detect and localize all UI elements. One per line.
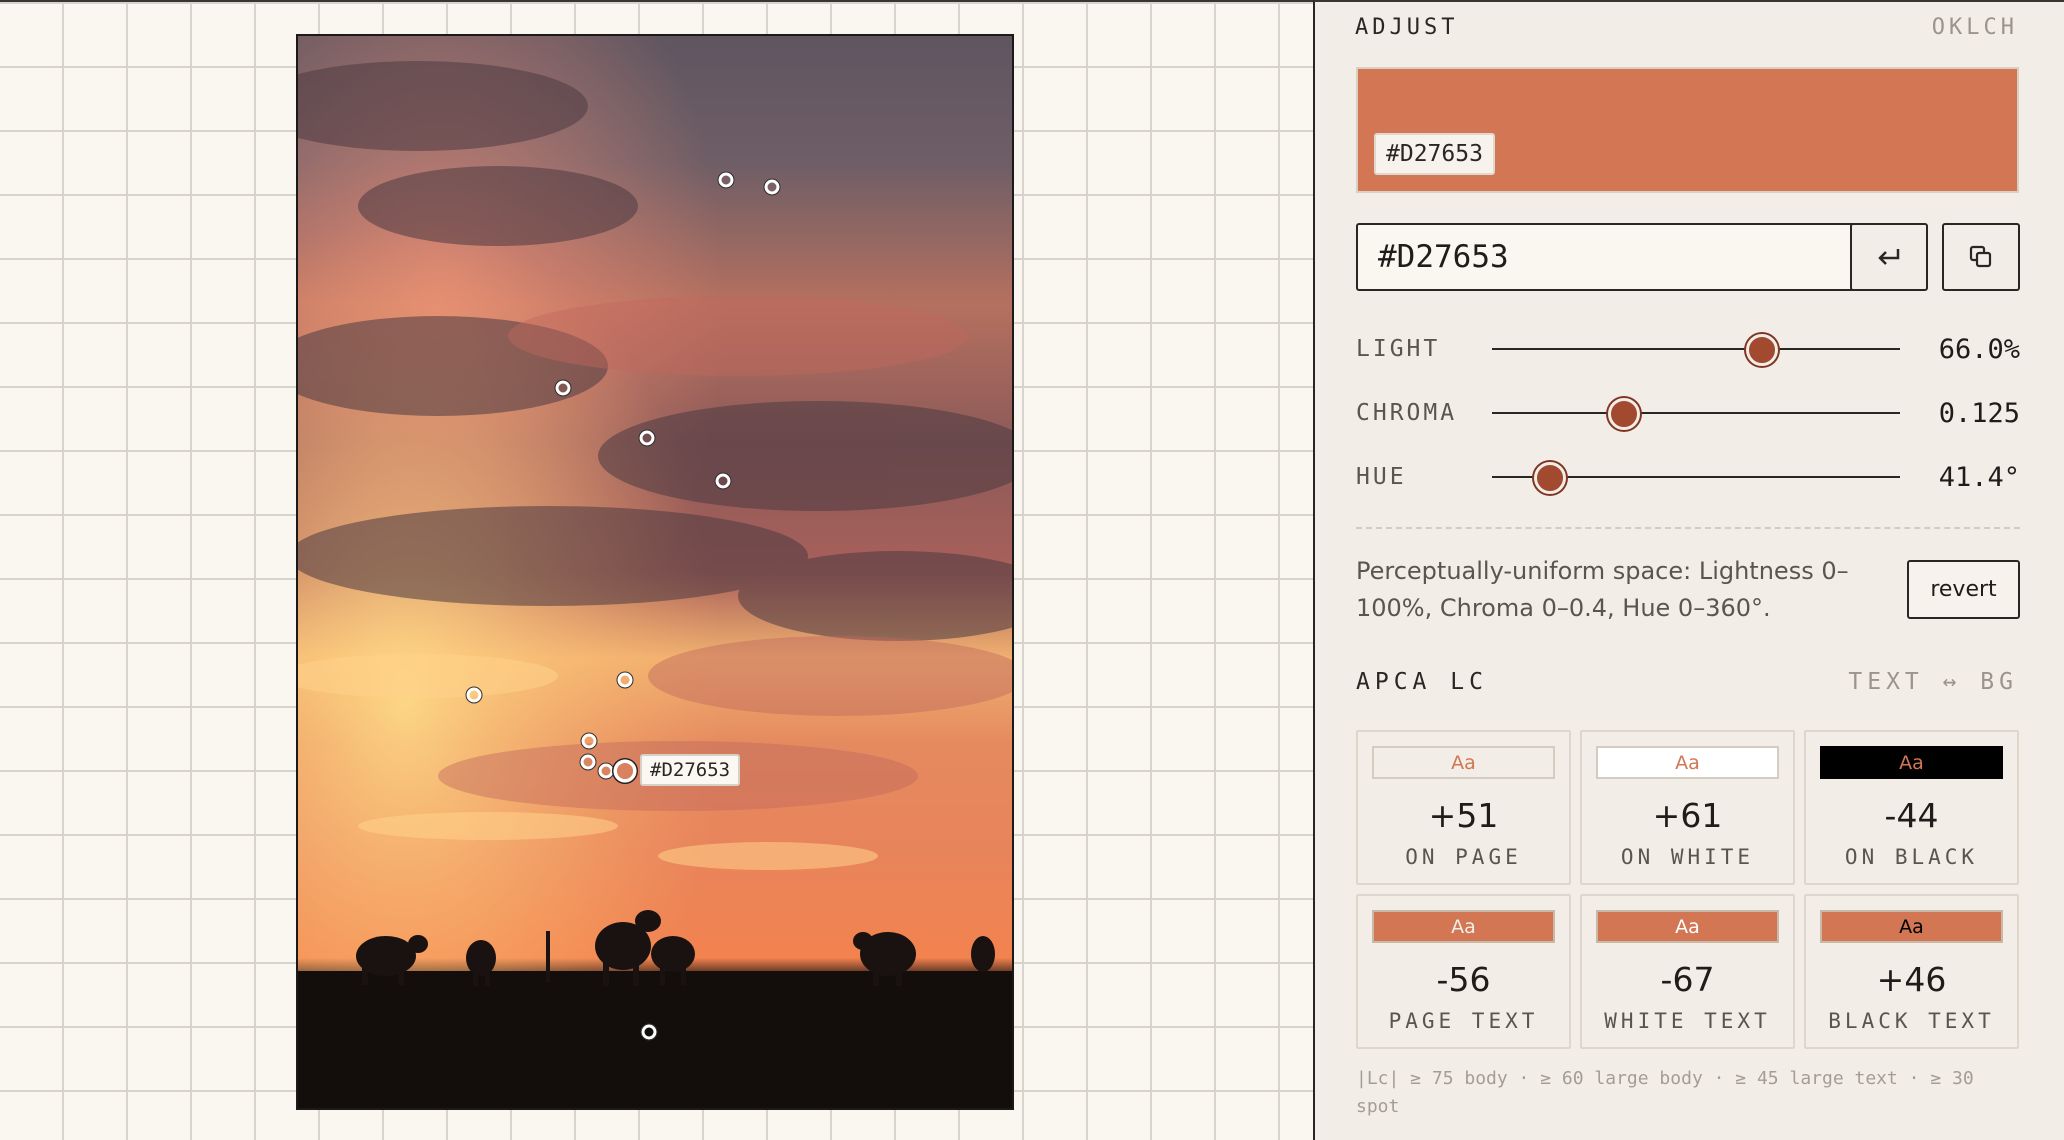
chroma-track[interactable] <box>1492 398 1900 430</box>
sunset-image <box>298 36 1012 1108</box>
adjust-panel: ADJUST OKLCH #D27653 LIGHT 66.0% CHROMA … <box>1313 0 2064 1140</box>
lc-value: +46 <box>1876 960 1947 999</box>
lc-caption: ON WHITE <box>1620 845 1755 869</box>
picker-point-icon[interactable] <box>637 428 657 448</box>
apca-subtitle: TEXT ↔ BG <box>1848 669 2018 695</box>
picker-point-icon[interactable] <box>762 177 782 197</box>
hue-slider-row: HUE 41.4° <box>1356 457 2020 497</box>
apca-cell-on-black: Aa -44 ON BLACK <box>1804 730 2019 885</box>
apca-cell-on-page: Aa +51 ON PAGE <box>1356 730 1571 885</box>
copy-button[interactable] <box>1942 223 2020 291</box>
hue-knob[interactable] <box>1534 462 1567 494</box>
hex-input[interactable] <box>1356 223 1868 291</box>
hue-track[interactable] <box>1492 462 1900 494</box>
slider-label: HUE <box>1356 464 1407 490</box>
lc-value: +51 <box>1428 796 1499 835</box>
picker-point-icon[interactable] <box>615 670 635 690</box>
apca-cell-white-text: Aa -67 WHITE TEXT <box>1580 894 1795 1049</box>
chroma-value: 0.125 <box>1938 397 2020 429</box>
contrast-sample: Aa <box>1820 746 2003 779</box>
lc-caption: ON BLACK <box>1844 845 1979 869</box>
color-space-label: OKLCH <box>1931 14 2018 40</box>
contrast-sample: Aa <box>1372 746 1555 779</box>
canvas-area: #D27653 <box>0 0 1313 1140</box>
lc-caption: ON PAGE <box>1405 845 1522 869</box>
source-photo[interactable] <box>296 34 1014 1110</box>
panel-header: ADJUST OKLCH <box>1355 12 2018 42</box>
chroma-slider-row: CHROMA 0.125 <box>1356 393 2020 433</box>
revert-button[interactable]: revert <box>1907 560 2020 619</box>
lightness-value: 66.0% <box>1938 333 2020 365</box>
lc-caption: PAGE TEXT <box>1388 1009 1539 1033</box>
slider-label: LIGHT <box>1356 336 1441 362</box>
picker-point-icon[interactable] <box>579 731 599 751</box>
lc-value: -44 <box>1884 796 1939 835</box>
contrast-sample: Aa <box>1820 910 2003 943</box>
chroma-knob[interactable] <box>1607 398 1640 430</box>
lightness-track[interactable] <box>1492 334 1900 366</box>
picker-point-icon[interactable] <box>639 1022 659 1042</box>
color-swatch: #D27653 <box>1356 67 2019 193</box>
swatch-hex-label: #D27653 <box>1374 133 1495 175</box>
contrast-sample: Aa <box>1596 910 1779 943</box>
lc-value: -67 <box>1660 960 1715 999</box>
contrast-sample: Aa <box>1372 910 1555 943</box>
apca-grid: Aa +51 ON PAGE Aa +61 ON WHITE Aa -44 ON… <box>1356 730 2020 1049</box>
apca-title: APCA LC <box>1356 669 1488 695</box>
apca-cell-page-text: Aa -56 PAGE TEXT <box>1356 894 1571 1049</box>
picker-point-icon[interactable] <box>713 471 733 491</box>
apca-cell-on-white: Aa +61 ON WHITE <box>1580 730 1795 885</box>
contrast-sample: Aa <box>1596 746 1779 779</box>
apca-footnote: |Lc| ≥ 75 body · ≥ 60 large body · ≥ 45 … <box>1356 1068 1974 1117</box>
lightness-slider-row: LIGHT 66.0% <box>1356 329 2020 369</box>
lc-caption: BLACK TEXT <box>1828 1009 1995 1033</box>
apca-header: APCA LC TEXT ↔ BG <box>1356 669 2018 695</box>
active-picker-icon[interactable] <box>611 757 639 785</box>
divider <box>1356 527 2020 529</box>
lc-value: +61 <box>1652 796 1723 835</box>
active-sample-tag: #D27653 <box>640 754 741 786</box>
hue-value: 41.4° <box>1938 461 2020 493</box>
picker-point-icon[interactable] <box>578 752 598 772</box>
color-space-note: Perceptually-uniform space: Lightness 0–… <box>1356 557 1849 622</box>
panel-title: ADJUST <box>1355 14 1459 40</box>
lightness-knob[interactable] <box>1746 334 1779 366</box>
copy-icon <box>1969 245 1992 268</box>
picker-point-icon[interactable] <box>716 170 736 190</box>
slider-label: CHROMA <box>1356 400 1458 426</box>
apca-cell-black-text: Aa +46 BLACK TEXT <box>1804 894 2019 1049</box>
enter-icon <box>1878 249 1900 265</box>
picker-point-icon[interactable] <box>553 378 573 398</box>
lc-caption: WHITE TEXT <box>1604 1009 1771 1033</box>
apply-button[interactable] <box>1850 223 1928 291</box>
lc-value: -56 <box>1436 960 1491 999</box>
picker-point-icon[interactable] <box>464 685 484 705</box>
